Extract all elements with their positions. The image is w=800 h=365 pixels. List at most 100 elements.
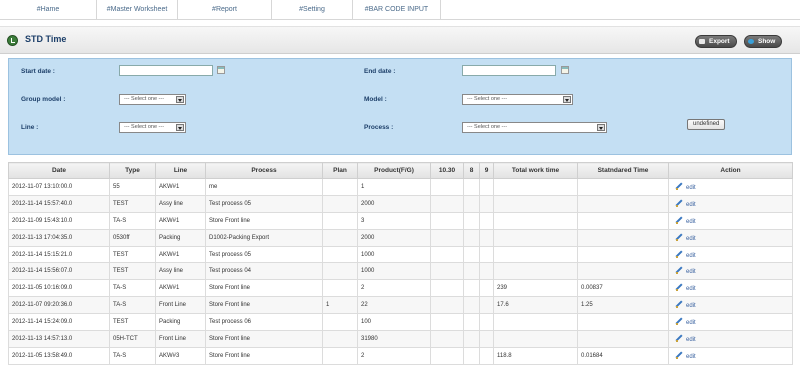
nav-tab-home[interactable]: #Hame <box>0 0 97 19</box>
cell-date: 2012-11-14 15:24:09.0 <box>8 313 110 332</box>
end-date-input[interactable] <box>462 65 556 76</box>
edit-link[interactable]: edit <box>672 219 696 225</box>
nav-tab-master-worksheet[interactable]: #Master Worksheet <box>97 0 178 19</box>
cell-9 <box>479 228 494 247</box>
cell-standard-time <box>577 228 669 247</box>
table-row[interactable]: 2012-11-14 15:15:21.0 TEST AKW#1 Test proce… <box>8 245 793 264</box>
chevron-down-icon <box>176 96 184 103</box>
nav-tab-bar-code-input[interactable]: #BAR CODE INPUT <box>353 0 441 19</box>
column-header-9[interactable]: 9 <box>479 162 494 179</box>
edit-link-label: edit <box>686 218 696 225</box>
column-header-product[interactable]: Product(F/G) <box>357 162 431 179</box>
cell-total-work-time <box>493 211 578 230</box>
edit-link[interactable]: edit <box>672 337 696 343</box>
group-model-select[interactable]: --- Select one --- <box>119 94 186 105</box>
table-row[interactable]: 2012-11-07 09:20:36.0 TA-S Front Line Store… <box>8 296 793 315</box>
column-header-date[interactable]: Date <box>8 162 110 179</box>
edit-link[interactable]: edit <box>672 236 696 242</box>
column-header-total-work-time[interactable]: Total work time <box>493 162 578 179</box>
cell-9 <box>479 296 494 315</box>
cell-process: Store Front line <box>205 279 323 298</box>
edit-link[interactable]: edit <box>672 202 696 208</box>
cell-date: 2012-11-07 09:20:36.0 <box>8 296 110 315</box>
cell-10-30 <box>430 178 464 196</box>
cell-standard-time: 0.00837 <box>577 279 669 298</box>
cell-date: 2012-11-14 15:56:07.0 <box>8 262 110 281</box>
start-date-calendar-icon[interactable] <box>217 66 225 74</box>
cell-type: TEST <box>109 313 156 332</box>
cell-8 <box>463 194 480 213</box>
filter-panel: Start date : End date : Group model : --… <box>8 58 792 155</box>
start-date-input[interactable] <box>119 65 213 76</box>
cell-product: 100 <box>357 313 431 332</box>
cell-line: Assy line <box>155 194 206 213</box>
cell-plan <box>322 228 358 247</box>
cell-standard-time <box>577 262 669 281</box>
cell-10-30 <box>430 228 464 247</box>
line-select-value: --- Select one --- <box>124 124 165 130</box>
cell-8 <box>463 279 480 298</box>
column-header-8[interactable]: 8 <box>463 162 480 179</box>
table-row[interactable]: 2012-11-14 15:24:09.0 TEST Packing Test pro… <box>8 313 793 332</box>
refresh-icon <box>7 35 18 46</box>
undefined-button[interactable]: undefined <box>687 119 726 130</box>
cell-10-30 <box>430 245 464 264</box>
table-row[interactable]: 2012-11-14 15:56:07.0 TEST Assy line Test p… <box>8 262 793 281</box>
cell-process: Test process 06 <box>205 313 323 332</box>
cell-action: edit <box>668 178 793 196</box>
column-header-plan[interactable]: Plan <box>322 162 358 179</box>
model-select[interactable]: --- Select one --- <box>462 94 573 105</box>
table-row[interactable]: 2012-11-13 17:04:35.0 0530ff Packing D1002-… <box>8 228 793 247</box>
column-header-process[interactable]: Process <box>205 162 323 179</box>
edit-link[interactable]: edit <box>672 320 696 326</box>
table-row[interactable]: 2012-11-05 10:16:09.0 TA-S AKW#1 Store Fron… <box>8 279 793 298</box>
column-header-type[interactable]: Type <box>109 162 156 179</box>
nav-tab-report[interactable]: #Report <box>178 0 272 19</box>
table-row[interactable]: 2012-11-07 13:10:00.0 55 AKW#1 me 1 edit <box>8 178 793 196</box>
nav-tab-setting[interactable]: #Setting <box>272 0 353 19</box>
cell-type: TEST <box>109 262 156 281</box>
process-select[interactable]: --- Select one --- <box>462 122 607 133</box>
column-header-standard-time[interactable]: Statndared Time <box>577 162 669 179</box>
model-select-value: --- Select one --- <box>467 96 508 102</box>
cell-line: AKW#1 <box>155 211 206 230</box>
cell-line: Packing <box>155 313 206 332</box>
edit-link[interactable]: edit <box>672 303 696 309</box>
cell-9 <box>479 330 494 348</box>
line-select[interactable]: --- Select one --- <box>119 122 186 133</box>
cell-date: 2012-11-09 15:43:10.0 <box>8 211 110 230</box>
pencil-icon <box>676 267 683 275</box>
edit-link-label: edit <box>686 184 696 191</box>
cell-total-work-time <box>493 262 578 281</box>
cell-9 <box>479 279 494 298</box>
column-header-line[interactable]: Line <box>155 162 206 179</box>
cell-plan <box>322 330 358 348</box>
show-button[interactable]: Show <box>744 35 783 48</box>
process-select-value: --- Select one --- <box>467 124 508 130</box>
cell-standard-time <box>577 194 669 213</box>
pencil-icon <box>676 200 683 207</box>
table-row[interactable]: 2012-11-14 15:57:40.0 TEST Assy line Test p… <box>8 194 793 213</box>
edit-link-label: edit <box>686 353 696 360</box>
end-date-calendar-icon[interactable] <box>561 66 569 74</box>
edit-link[interactable]: edit <box>672 269 696 275</box>
table-row[interactable]: 2012-11-09 15:43:10.0 TA-S AKW#1 Store Fron… <box>8 211 793 230</box>
cell-standard-time <box>577 245 669 264</box>
edit-link[interactable]: edit <box>672 253 696 259</box>
table-row[interactable]: 2012-11-13 14:57:13.0 05H-TCT Front Line St… <box>8 330 793 348</box>
cell-type: TA-S <box>109 211 156 230</box>
edit-link[interactable]: edit <box>672 354 696 360</box>
cell-9 <box>479 194 494 213</box>
cell-line: Assy line <box>155 262 206 281</box>
pencil-icon <box>676 301 683 309</box>
group-model-select-value: --- Select one --- <box>124 96 165 102</box>
edit-link[interactable]: edit <box>672 286 696 292</box>
cell-total-work-time <box>493 228 578 247</box>
column-header-10-30[interactable]: 10.30 <box>430 162 464 179</box>
cell-product: 1 <box>357 178 431 196</box>
export-button[interactable]: Export <box>695 35 737 48</box>
edit-link[interactable]: edit <box>672 185 696 191</box>
cell-date: 2012-11-14 15:15:21.0 <box>8 245 110 264</box>
cell-8 <box>463 296 480 315</box>
table-body: 2012-11-07 13:10:00.0 55 AKW#1 me 1 edit 2012-… <box>8 178 793 365</box>
